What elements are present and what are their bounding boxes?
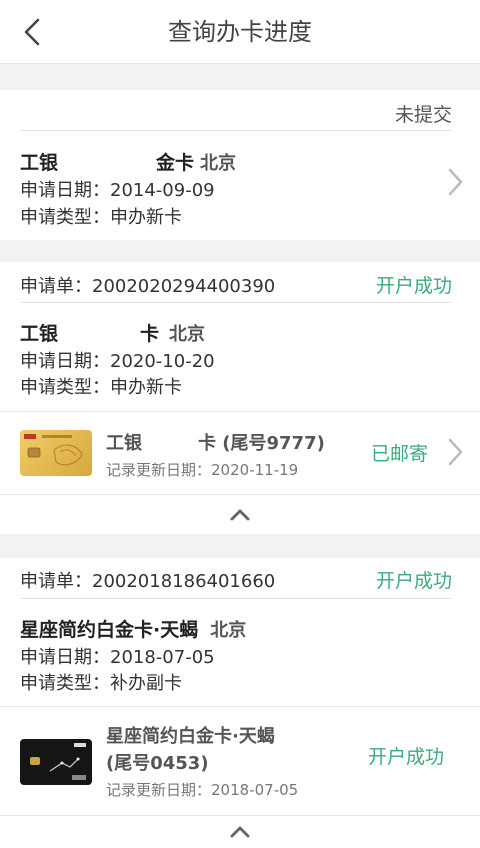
update-date-label: 记录更新日期： — [106, 461, 212, 479]
divider — [20, 130, 452, 131]
card-name-suffix: 金卡 — [156, 152, 195, 174]
application-card[interactable]: 未提交 工银 金卡 北京 申请日期：2014-09-09 申请类型：申办新卡 — [0, 90, 480, 240]
application-card: 申请单：2002018186401660 开户成功 星座简约白金卡·天蝎 北京 申… — [0, 558, 480, 848]
apply-date-label: 申请日期： — [20, 647, 110, 668]
apply-date-row: 申请日期：2020-10-20 — [20, 347, 215, 373]
card-status-row[interactable]: 工银 卡 (尾号9777) 记录更新日期：2020-11-19 已邮寄 — [0, 412, 480, 494]
card-name: 工银 — [20, 323, 59, 345]
card-image — [30, 743, 86, 780]
order-row: 申请单：2002020294400390 — [20, 272, 275, 298]
collapse-button[interactable] — [0, 816, 480, 848]
card-name-row: 工银 金卡 北京 — [20, 148, 236, 175]
card-name: 星座简约白金卡·天蝎 — [20, 619, 199, 641]
apply-type-row: 申请类型：申办新卡 — [20, 373, 182, 399]
header-bar: 查询办卡进度 — [0, 0, 480, 64]
chevron-up-icon — [230, 509, 250, 521]
update-date-value: 2018-07-05 — [211, 781, 299, 799]
apply-type-value: 申办新卡 — [110, 207, 182, 228]
apply-date-label: 申请日期： — [20, 180, 110, 201]
card-title: 工银 卡 (尾号9777) — [106, 429, 325, 455]
apply-date-value: 2020-10-20 — [110, 351, 215, 372]
apply-type-value: 补办副卡 — [110, 673, 182, 694]
status-badge: 开户成功 — [375, 570, 452, 592]
update-date-row: 记录更新日期：2020-11-19 — [106, 459, 298, 480]
card-status: 开户成功 — [367, 746, 444, 768]
apply-type-label: 申请类型： — [20, 673, 110, 694]
card-name-suffix: 卡 — [140, 323, 160, 345]
card-title-name: 工银 — [106, 433, 142, 454]
apply-type-value: 申办新卡 — [110, 377, 182, 398]
city-label: 北京 — [200, 153, 237, 174]
city-label: 北京 — [169, 324, 206, 345]
gold-card-thumbnail — [20, 430, 92, 476]
card-status-row[interactable]: 星座简约白金卡·天蝎 (尾号0453) 记录更新日期：2018-07-05 开户… — [0, 707, 480, 815]
order-number: 2002020294400390 — [92, 276, 276, 297]
apply-date-row: 申请日期：2018-07-05 — [20, 643, 215, 669]
apply-date-row: 申请日期：2014-09-09 — [20, 176, 215, 202]
update-date-row: 记录更新日期：2018-07-05 — [106, 779, 298, 800]
divider — [20, 302, 452, 303]
update-date-value: 2020-11-19 — [211, 461, 299, 479]
card-name-row: 星座简约白金卡·天蝎 北京 — [20, 615, 246, 642]
apply-date-value: 2014-09-09 — [110, 180, 215, 201]
black-card-thumbnail — [20, 739, 92, 785]
order-number: 2002018186401660 — [92, 571, 276, 592]
card-title: 星座简约白金卡·天蝎 — [106, 726, 275, 747]
order-label: 申请单： — [20, 276, 92, 297]
status-badge: 开户成功 — [375, 275, 452, 297]
apply-type-label: 申请类型： — [20, 377, 110, 398]
divider — [20, 598, 452, 599]
order-row: 申请单：2002018186401660 — [20, 567, 275, 593]
card-name-row: 工银 卡北京 — [20, 319, 205, 346]
card-image — [24, 434, 83, 466]
apply-type-row: 申请类型：申办新卡 — [20, 203, 182, 229]
city-label: 北京 — [210, 620, 247, 641]
card-name: 工银 — [20, 152, 59, 174]
page-title: 查询办卡进度 — [168, 18, 312, 46]
card-tail-number: (尾号0453) — [106, 753, 209, 774]
card-title-tail: 卡 (尾号9777) — [198, 433, 325, 454]
chevron-right-icon[interactable] — [444, 436, 466, 468]
application-card: 申请单：2002020294400390 开户成功 工银卡北京 申请日期：202… — [0, 262, 480, 534]
apply-date-label: 申请日期： — [20, 351, 110, 372]
collapse-button[interactable] — [0, 495, 480, 535]
apply-date-value: 2018-07-05 — [110, 647, 215, 668]
chevron-up-icon — [230, 826, 250, 838]
order-label: 申请单： — [20, 571, 92, 592]
apply-type-row: 申请类型：补办副卡 — [20, 669, 182, 695]
update-date-label: 记录更新日期： — [106, 781, 212, 799]
chevron-right-icon[interactable] — [444, 166, 466, 198]
status-badge: 未提交 — [394, 104, 452, 126]
shipping-status: 已邮寄 — [370, 443, 428, 465]
apply-type-label: 申请类型： — [20, 207, 110, 228]
